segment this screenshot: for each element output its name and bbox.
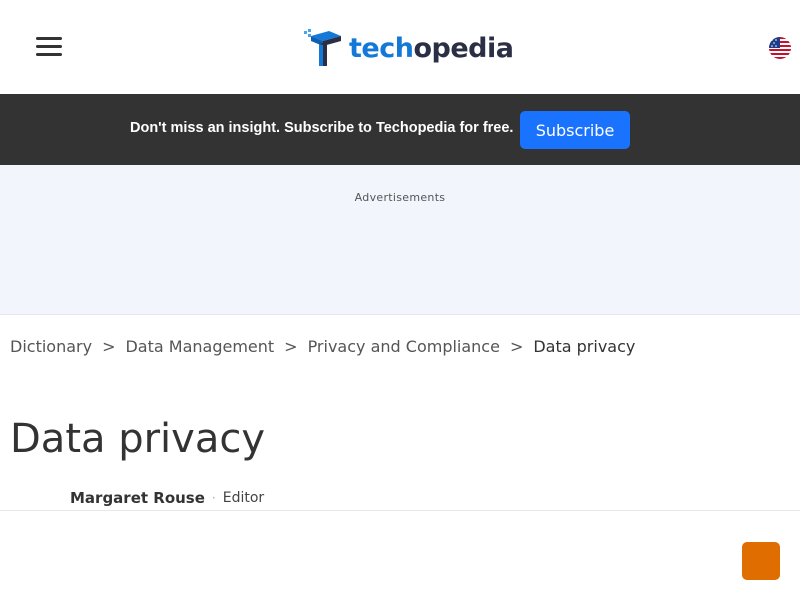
menu-bar: [36, 53, 62, 56]
us-flag-graphic: [769, 37, 791, 59]
logo-wordmark-tech: tech: [349, 32, 414, 64]
site-logo[interactable]: techopedia: [303, 27, 514, 69]
breadcrumb-privacy-and-compliance[interactable]: Privacy and Compliance: [308, 337, 500, 356]
byline-separator: ·: [211, 491, 216, 505]
logo-wordmark: techopedia: [349, 32, 514, 64]
page-title: Data privacy: [10, 416, 266, 462]
menu-bar: [36, 45, 62, 48]
advertisement-area: Advertisements: [0, 165, 800, 315]
author-byline: Margaret Rouse · Editor: [70, 489, 264, 507]
menu-bar: [36, 37, 62, 40]
breadcrumb-separator: >: [284, 337, 298, 356]
breadcrumb: Dictionary > Data Management > Privacy a…: [10, 337, 635, 356]
divider: [0, 510, 800, 511]
breadcrumb-separator: >: [509, 337, 524, 356]
logo-wordmark-opedia: opedia: [413, 32, 514, 64]
breadcrumb-data-management[interactable]: Data Management: [125, 337, 274, 356]
floating-action-button[interactable]: [742, 542, 780, 580]
breadcrumb-current: Data privacy: [533, 337, 636, 356]
advertisements-label: Advertisements: [354, 191, 446, 204]
us-flag-icon[interactable]: [769, 37, 791, 59]
subscribe-banner-text: Don't miss an insight. Subscribe to Tech…: [130, 120, 514, 136]
breadcrumb-dictionary[interactable]: Dictionary: [10, 337, 92, 356]
subscribe-banner: Don't miss an insight. Subscribe to Tech…: [0, 94, 800, 165]
techopedia-logo-icon: [304, 29, 341, 66]
site-header: techopedia: [0, 0, 800, 94]
hamburger-menu-icon[interactable]: [36, 37, 62, 57]
author-name[interactable]: Margaret Rouse: [70, 489, 205, 507]
breadcrumb-separator: >: [102, 337, 116, 356]
author-role: Editor: [222, 490, 265, 506]
subscribe-button[interactable]: Subscribe: [520, 111, 630, 149]
